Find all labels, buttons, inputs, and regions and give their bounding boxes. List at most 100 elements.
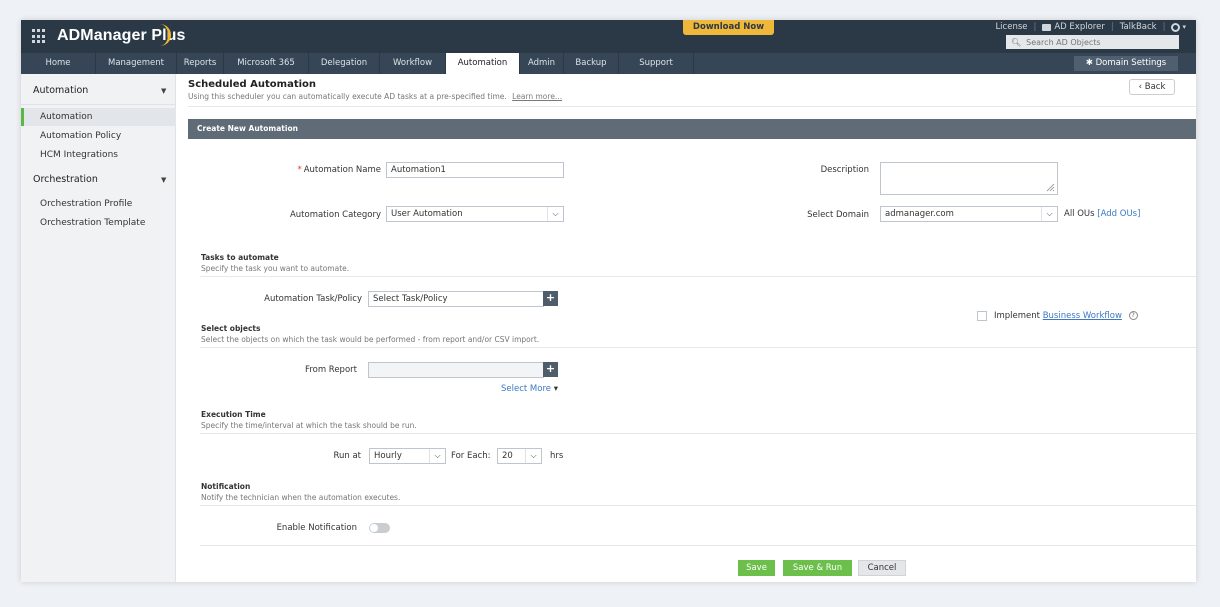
page-subtitle: Using this scheduler you can automatical… — [188, 92, 562, 101]
sidebar-item-orchestration-profile[interactable]: Orchestration Profile — [21, 195, 176, 213]
subtitle-text: Using this scheduler you can automatical… — [188, 92, 507, 101]
tab-microsoft-365[interactable]: Microsoft 365 — [224, 53, 309, 74]
automation-form: *Automation Name Description Automation … — [188, 139, 1196, 582]
chevron-down-icon: ⌵ — [547, 207, 563, 221]
run-at-select[interactable]: Hourly ⌵ — [369, 448, 446, 464]
divider — [188, 106, 1196, 107]
enable-notification-toggle[interactable] — [369, 523, 390, 533]
top-links: License | AD Explorer | TalkBack | ▾ — [995, 22, 1186, 32]
save-button[interactable]: Save — [738, 560, 775, 576]
top-header: ADManager Plus Download Now License | AD… — [21, 20, 1196, 53]
help-icon[interactable]: ? — [1128, 311, 1138, 320]
talkback-link[interactable]: TalkBack — [1120, 22, 1157, 32]
select-domain-label: Select Domain — [807, 210, 869, 220]
select-more-text: Select More — [501, 384, 551, 394]
divider — [200, 505, 1196, 506]
notification-description: Notify the technician when the automatio… — [201, 493, 401, 502]
all-ous-text: All OUs — [1064, 209, 1095, 219]
select-value: User Automation — [391, 209, 463, 219]
field-value: Select Task/Policy — [373, 294, 448, 304]
gear-icon: ✱ — [1085, 58, 1093, 68]
task-policy-field[interactable]: Select Task/Policy — [368, 291, 544, 307]
folder-icon — [1042, 23, 1052, 31]
sidebar-group-automation[interactable]: Automation — [33, 85, 88, 96]
description-textarea[interactable] — [880, 162, 1058, 195]
select-value: 20 — [502, 451, 513, 461]
license-link[interactable]: License — [995, 22, 1027, 32]
add-report-plus-icon[interactable]: + — [543, 362, 558, 377]
sidebar-item-automation-policy[interactable]: Automation Policy — [21, 127, 176, 145]
objects-description: Select the objects on which the task wou… — [201, 335, 540, 344]
chevron-down-icon: ⌵ — [1041, 207, 1057, 221]
hrs-label: hrs — [550, 451, 564, 461]
tab-workflow[interactable]: Workflow — [380, 53, 446, 74]
select-more-dropdown[interactable]: Select More ▾ — [501, 384, 558, 394]
resize-handle-icon[interactable] — [1045, 182, 1055, 192]
search-box[interactable]: 🔍︎ — [1006, 35, 1179, 49]
execution-heading: Execution Time — [201, 410, 266, 419]
search-input[interactable] — [1026, 37, 1167, 47]
for-each-select[interactable]: 20 ⌵ — [497, 448, 542, 464]
from-report-field[interactable] — [368, 362, 544, 378]
sidebar-item-hcm-integrations[interactable]: HCM Integrations — [21, 146, 176, 164]
select-value: Hourly — [374, 451, 402, 461]
automation-category-select[interactable]: User Automation ⌵ — [386, 206, 564, 222]
user-icon[interactable] — [1171, 22, 1181, 32]
chevron-down-icon[interactable]: ▼ — [161, 87, 166, 95]
execution-description: Specify the time/interval at which the t… — [201, 421, 417, 430]
implement-workflow-checkbox[interactable] — [977, 311, 987, 321]
domain-select[interactable]: admanager.com ⌵ — [880, 206, 1058, 222]
main-content: Scheduled Automation Using this schedule… — [176, 74, 1196, 582]
add-task-plus-icon[interactable]: + — [543, 291, 558, 306]
download-now-button[interactable]: Download Now — [683, 20, 774, 35]
tasks-heading: Tasks to automate — [201, 253, 279, 262]
tab-delegation[interactable]: Delegation — [309, 53, 380, 74]
divider — [200, 276, 1196, 277]
tab-reports[interactable]: Reports — [177, 53, 224, 74]
back-button[interactable]: ‹ Back — [1129, 79, 1175, 95]
for-each-label: For Each: — [451, 451, 491, 461]
chevron-down-icon[interactable]: ▼ — [161, 176, 166, 184]
cancel-button[interactable]: Cancel — [858, 560, 906, 576]
ou-selection: All OUs [Add OUs] — [1064, 209, 1140, 219]
tab-automation[interactable]: Automation — [446, 53, 520, 74]
automation-category-label: Automation Category — [289, 210, 381, 220]
automation-name-label: * Automation Name — [297, 165, 381, 175]
page-title: Scheduled Automation — [188, 79, 317, 90]
run-at-label: Run at — [333, 451, 361, 461]
business-workflow-link[interactable]: Business Workflow — [1043, 311, 1122, 321]
chevron-down-icon: ⌵ — [525, 449, 541, 463]
tab-home[interactable]: Home — [21, 53, 96, 74]
sidebar: Automation ▼ Automation Automation Polic… — [21, 74, 176, 582]
main-nav: Home Management Reports Microsoft 365 De… — [21, 53, 1196, 74]
tab-support[interactable]: Support — [619, 53, 694, 74]
save-and-run-button[interactable]: Save & Run — [783, 560, 852, 576]
sidebar-divider — [21, 104, 176, 105]
app-window: ADManager Plus Download Now License | AD… — [21, 20, 1196, 582]
objects-heading: Select objects — [201, 324, 261, 333]
caret-down-icon: ▾ — [553, 384, 558, 394]
section-header: Create New Automation — [188, 119, 1196, 139]
chevron-left-icon: ‹ — [1138, 82, 1143, 92]
search-icon: 🔍︎ — [1011, 37, 1022, 47]
task-policy-label: Automation Task/Policy — [264, 294, 362, 304]
app-grid-icon[interactable] — [32, 29, 47, 44]
notification-heading: Notification — [201, 482, 251, 491]
chevron-down-icon: ⌵ — [429, 449, 445, 463]
toggle-knob — [370, 524, 378, 532]
sidebar-item-orchestration-template[interactable]: Orchestration Template — [21, 214, 176, 232]
divider — [200, 347, 1196, 348]
implement-text: Implement — [994, 311, 1041, 321]
tab-backup[interactable]: Backup — [564, 53, 619, 74]
chevron-down-icon[interactable]: ▾ — [1182, 23, 1186, 31]
automation-name-input[interactable] — [386, 162, 564, 178]
sidebar-item-automation[interactable]: Automation — [21, 108, 176, 126]
learn-more-link[interactable]: Learn more... — [512, 92, 562, 101]
tab-management[interactable]: Management — [96, 53, 177, 74]
sidebar-group-orchestration[interactable]: Orchestration — [33, 174, 98, 185]
select-value: admanager.com — [885, 209, 954, 219]
ad-explorer-link[interactable]: AD Explorer — [1054, 22, 1104, 32]
add-ous-link[interactable]: [Add OUs] — [1097, 209, 1140, 219]
tab-admin[interactable]: Admin — [520, 53, 564, 74]
domain-settings-button[interactable]: ✱ Domain Settings — [1074, 56, 1178, 71]
